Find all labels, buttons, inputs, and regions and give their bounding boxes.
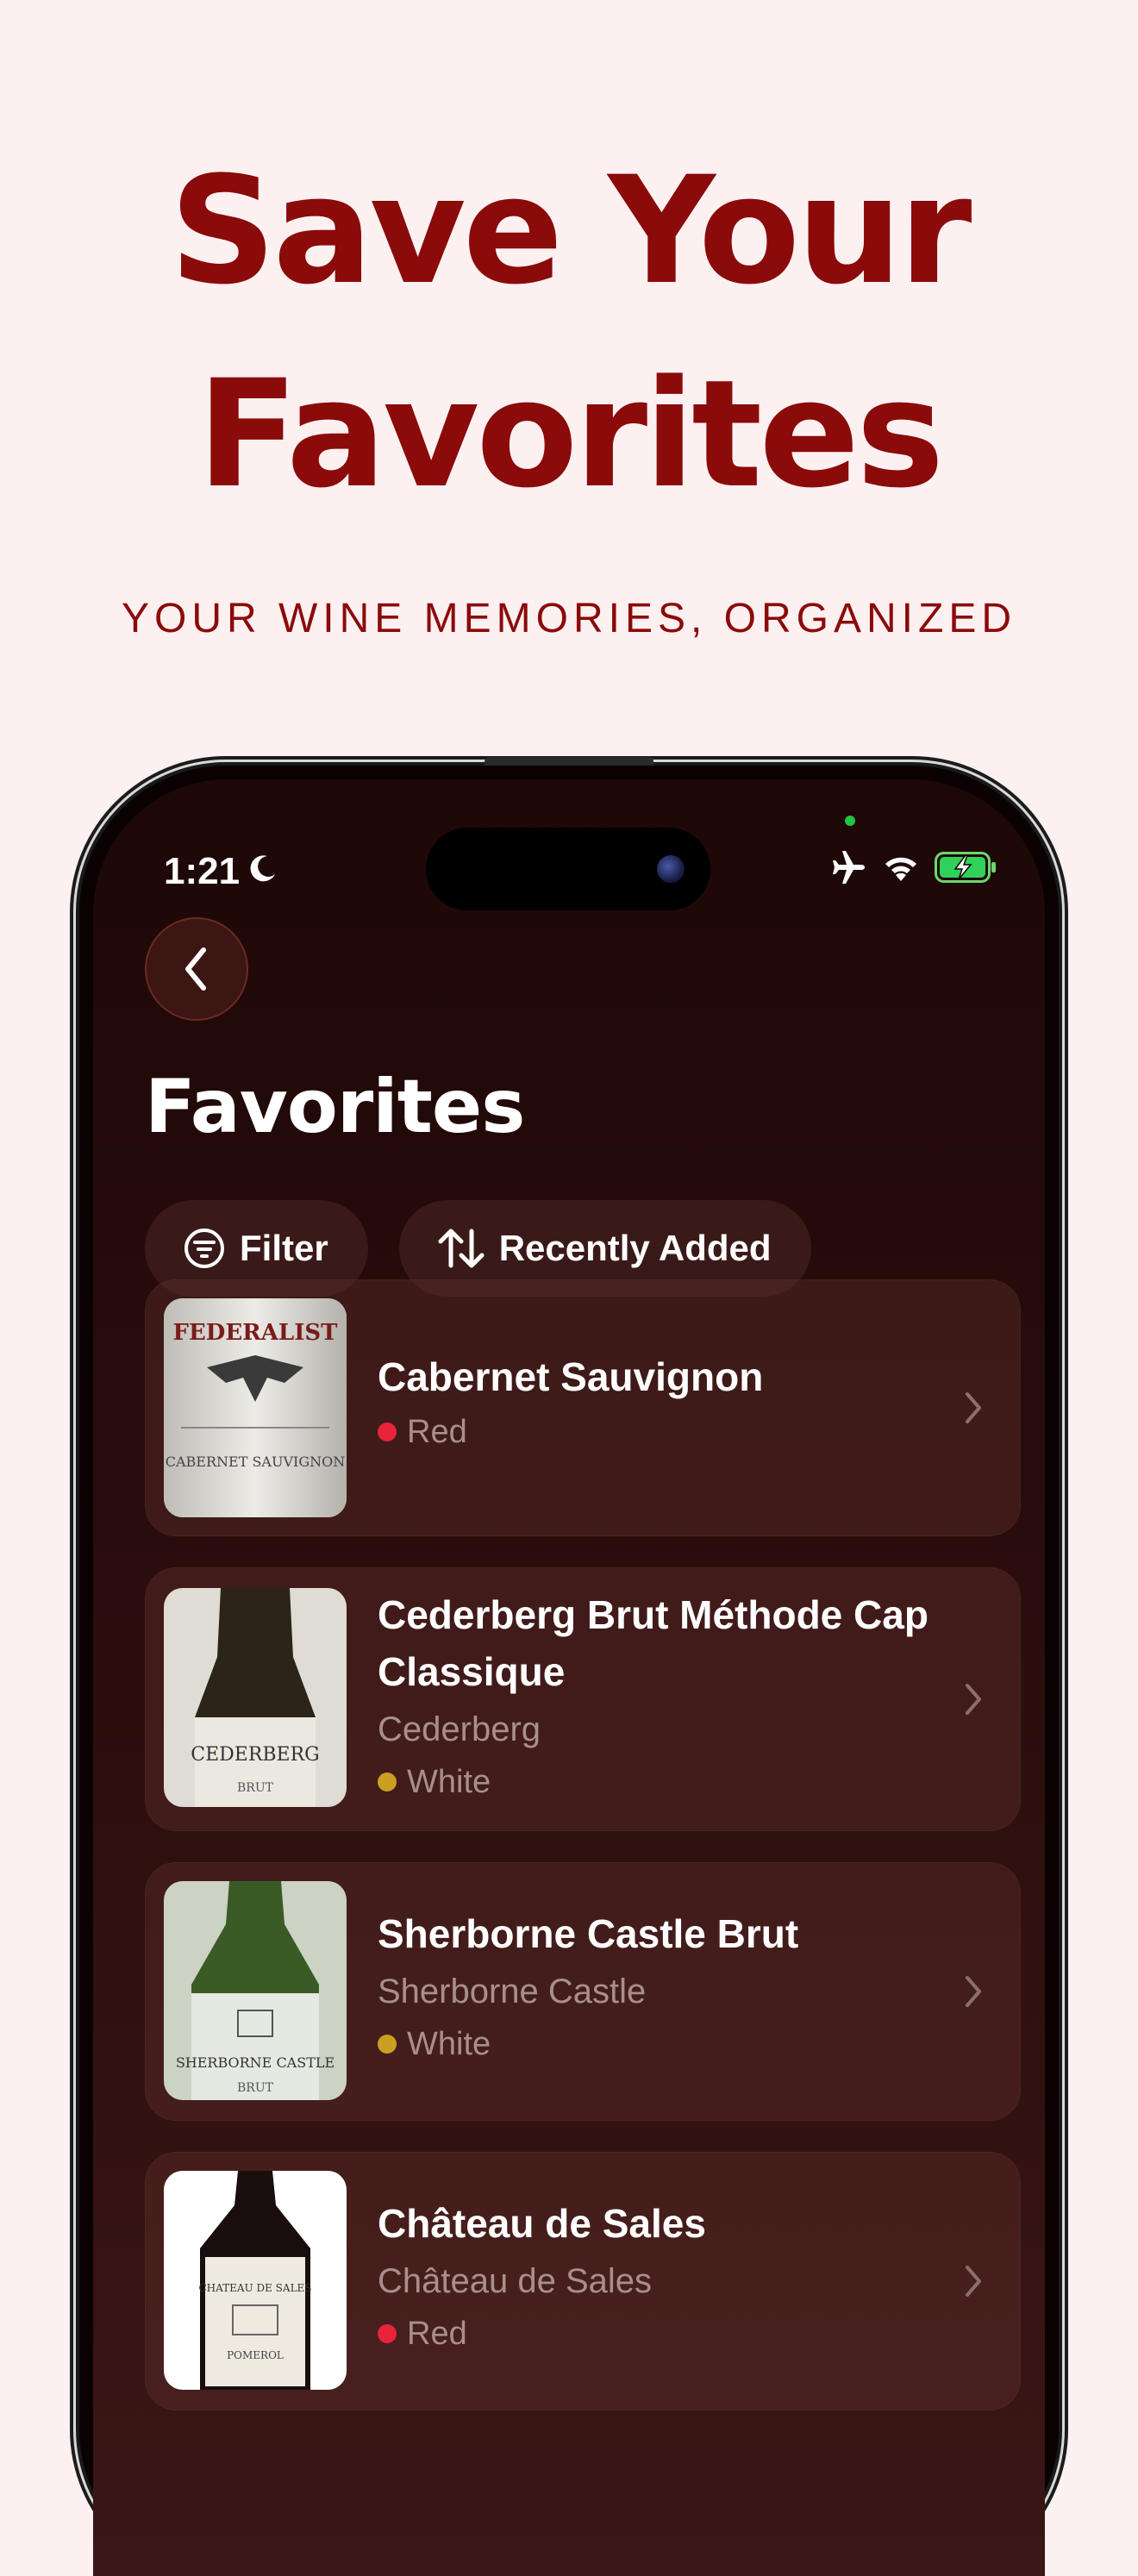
back-button[interactable]	[145, 917, 248, 1021]
wine-type-label: White	[407, 1764, 491, 1800]
status-time: 1:21	[164, 850, 241, 892]
battery-charging-icon	[935, 852, 996, 883]
wine-type-label: White	[407, 2026, 491, 2062]
sort-arrows-icon	[438, 1229, 485, 1268]
wine-producer: Cederberg	[378, 1710, 541, 1748]
wine-producer: Sherborne Castle	[378, 1973, 647, 2010]
wine-type: White	[378, 2017, 929, 2071]
svg-text:SHERBORNE CASTLE: SHERBORNE CASTLE	[176, 2054, 335, 2071]
wine-bottle-image: FEDERALIST CABERNET SAUVIGNON	[164, 1298, 347, 1517]
camera-indicator-dot	[845, 816, 855, 826]
red-wine-dot	[378, 1422, 397, 1441]
subheadline: YOUR WINE MEMORIES, ORGANIZED	[121, 596, 1017, 641]
wine-row-sherborne-castle-brut[interactable]: SHERBORNE CASTLE BRUT Sherborne Castle B…	[145, 1862, 1021, 2121]
wine-type: Red	[378, 1405, 929, 1459]
filter-icon	[184, 1229, 224, 1268]
phone-side-button	[485, 757, 653, 766]
wine-type-label: Red	[407, 2316, 467, 2352]
svg-text:CEDERBERG: CEDERBERG	[191, 1744, 320, 1766]
chevron-right-icon	[966, 2266, 981, 2297]
wine-type: Red	[378, 2307, 929, 2360]
svg-text:BRUT: BRUT	[237, 1781, 274, 1795]
chevron-right-icon	[966, 1976, 981, 2007]
page-title: Favorites	[145, 1064, 525, 1150]
wine-bottle-image: SHERBORNE CASTLE BRUT	[164, 1881, 347, 2100]
wine-row-chateau-de-sales[interactable]: CHATEAU DE SALES POMEROL Château de Sale…	[145, 2152, 1021, 2410]
status-icons	[831, 850, 997, 885]
svg-text:FEDERALIST: FEDERALIST	[173, 1320, 339, 1346]
moon-icon	[250, 855, 275, 882]
wine-bottle-image: CEDERBERG BRUT	[164, 1588, 347, 1807]
red-wine-dot	[378, 2324, 397, 2343]
headline: Save Your Favorites	[0, 129, 1138, 536]
headline-line-1: Save Your	[169, 144, 972, 317]
wine-type: White	[378, 1755, 929, 1809]
wine-name: Cabernet Sauvignon	[378, 1354, 764, 1399]
wine-bottle-image: CHATEAU DE SALES POMEROL	[164, 2171, 347, 2390]
svg-text:CABERNET SAUVIGNON: CABERNET SAUVIGNON	[166, 1454, 346, 1470]
wine-type-label: Red	[407, 1414, 467, 1450]
phone-frame: 1:21 Favorites Filter Recently Added FED…	[79, 757, 1059, 2576]
wine-name: Château de Sales	[378, 2201, 706, 2246]
dynamic-island	[426, 828, 710, 910]
wine-row-cederberg-brut[interactable]: CEDERBERG BRUT Cederberg Brut Méthode Ca…	[145, 1567, 1021, 1831]
sort-label: Recently Added	[498, 1228, 772, 1268]
wine-row-cabernet-sauvignon[interactable]: FEDERALIST CABERNET SAUVIGNON Cabernet S…	[145, 1279, 1021, 1536]
svg-text:POMEROL: POMEROL	[227, 2349, 284, 2361]
chevron-right-icon	[966, 1684, 981, 1715]
chevron-left-icon	[185, 947, 206, 991]
airplane-icon	[833, 851, 865, 884]
wine-producer: Château de Sales	[378, 2262, 653, 2300]
filter-label: Filter	[240, 1228, 328, 1268]
headline-line-2: Favorites	[197, 347, 945, 521]
phone-screen: 1:21 Favorites Filter Recently Added FED…	[93, 779, 1045, 2576]
wifi-icon	[885, 857, 916, 881]
wine-name: Sherborne Castle Brut	[378, 1911, 799, 1956]
white-wine-dot	[378, 1773, 397, 1791]
chevron-right-icon	[966, 1392, 981, 1423]
camera-icon	[657, 855, 685, 883]
wine-name: Cederberg Brut Méthode Cap Classique	[378, 1592, 929, 1694]
svg-text:BRUT: BRUT	[237, 2081, 274, 2095]
svg-text:CHATEAU DE SALES: CHATEAU DE SALES	[198, 2282, 311, 2294]
white-wine-dot	[378, 2035, 397, 2054]
